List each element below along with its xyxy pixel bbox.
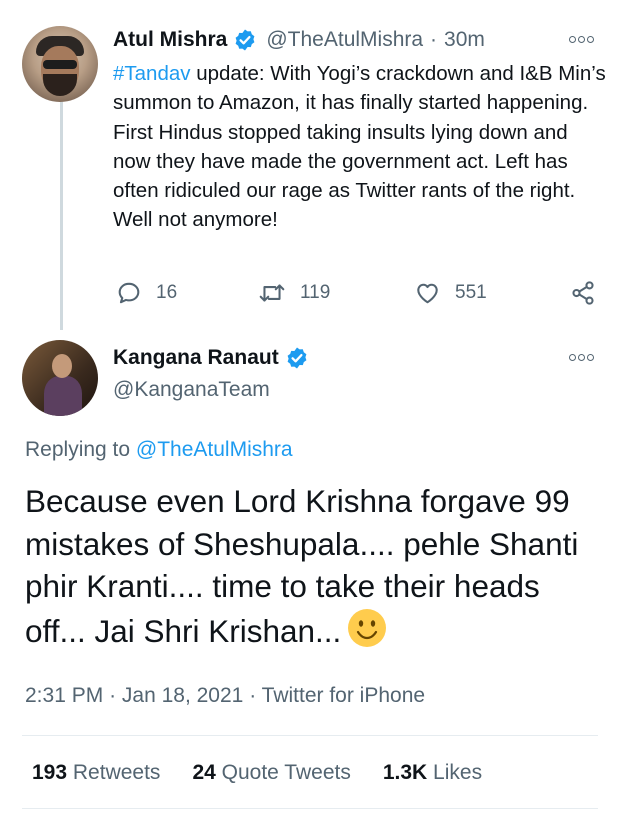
- engagement-stats: 193 Retweets 24 Quote Tweets 1.3K Likes: [32, 761, 514, 785]
- main-tweet-text: Because even Lord Krishna forgave 99 mis…: [25, 483, 579, 649]
- stats-top-divider: [22, 735, 598, 736]
- replying-prefix: Replying to: [25, 438, 136, 461]
- replying-to-mention-link[interactable]: @TheAtulMishra: [136, 438, 293, 461]
- parent-tweet-time[interactable]: 30m: [444, 28, 485, 52]
- thread-connector-line: [60, 100, 63, 330]
- tandav-hashtag-link[interactable]: #Tandav: [113, 62, 191, 85]
- parent-more-options-icon[interactable]: [569, 34, 595, 44]
- likes-stat[interactable]: 1.3K Likes: [383, 761, 482, 785]
- parent-author-handle[interactable]: @TheAtulMishra: [266, 28, 423, 52]
- parent-tweet-body: update: With Yogi’s crackdown and I&B Mi…: [113, 62, 606, 232]
- main-tweet-text-block: Because even Lord Krishna forgave 99 mis…: [25, 480, 605, 652]
- main-handle-row: @KanganaTeam: [113, 378, 270, 402]
- retweet-icon: [259, 284, 285, 302]
- verified-badge-icon: [287, 347, 307, 369]
- retweets-count: 193: [32, 761, 68, 784]
- tweet-metadata: 2:31 PM · Jan 18, 2021 · Twitter for iPh…: [25, 684, 425, 708]
- likes-count: 1.3K: [382, 761, 428, 784]
- tweet-date[interactable]: Jan 18, 2021: [122, 684, 243, 707]
- main-tweet-name-row: Kangana Ranaut: [113, 346, 309, 370]
- header-separator: ·: [430, 28, 438, 51]
- parent-tweet-text: #Tandav update: With Yogi’s crackdown an…: [113, 59, 608, 235]
- reply-count: 16: [156, 282, 178, 303]
- main-author-handle[interactable]: @KanganaTeam: [113, 378, 270, 402]
- parent-tweet-header: Atul Mishra @TheAtulMishra · 30m: [113, 28, 485, 52]
- smiling-face-emoji-icon: [348, 608, 387, 647]
- verified-badge-icon: [235, 29, 255, 51]
- main-author-name[interactable]: Kangana Ranaut: [113, 346, 279, 370]
- reply-action[interactable]: 16: [116, 280, 177, 306]
- retweets-stat[interactable]: 193 Retweets: [32, 761, 160, 785]
- quote-tweets-stat[interactable]: 24 Quote Tweets: [192, 761, 350, 785]
- heart-icon: [417, 283, 438, 304]
- retweet-action[interactable]: 119: [258, 280, 330, 306]
- stats-bottom-divider: [22, 808, 598, 809]
- tweet-source: Twitter for iPhone: [261, 684, 426, 707]
- retweet-count: 119: [300, 282, 331, 303]
- replying-to-line: Replying to @TheAtulMishra: [25, 438, 293, 462]
- like-count: 551: [455, 282, 487, 303]
- quote-tweets-label: Quote Tweets: [221, 761, 351, 784]
- parent-author-name[interactable]: Atul Mishra: [113, 28, 227, 52]
- main-more-options-icon[interactable]: [569, 352, 595, 362]
- reply-icon: [118, 282, 140, 304]
- likes-label: Likes: [433, 761, 483, 784]
- share-icon[interactable]: [570, 280, 596, 306]
- tweet-time[interactable]: 2:31 PM: [25, 684, 103, 707]
- retweets-label: Retweets: [72, 761, 161, 784]
- kangana-ranaut-avatar[interactable]: [22, 340, 98, 416]
- meta-dot: ·: [249, 684, 257, 707]
- quote-tweets-count: 24: [192, 761, 216, 784]
- atul-mishra-avatar[interactable]: [22, 26, 98, 102]
- meta-dot: ·: [109, 684, 117, 707]
- like-action[interactable]: 551: [414, 280, 487, 306]
